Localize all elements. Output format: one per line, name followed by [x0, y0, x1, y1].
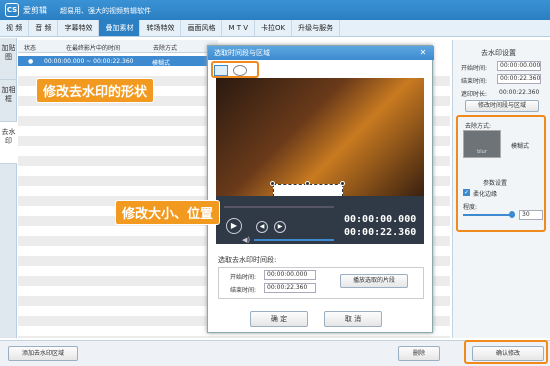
dlg-end-field[interactable]: 00:00:22.360 [264, 283, 316, 293]
volume-icon[interactable]: ◀) [242, 236, 250, 244]
delete-button[interactable]: 删除 [398, 346, 440, 361]
sidetab-frame[interactable]: 加相框 [0, 80, 17, 122]
duration-label: 遮印时长: [461, 91, 488, 98]
dlg-start-label: 开始时间: [230, 274, 257, 281]
player-controls: ▶ ◀ ▶ ◀) 00:00:00.000 00:00:22.360 [216, 196, 424, 244]
callout-shape: 修改去水印的形状 [36, 78, 155, 103]
close-icon[interactable]: ✕ [418, 48, 428, 58]
menu-video[interactable]: 视 频 [0, 20, 30, 36]
total-time: 00:00:22.360 [344, 227, 417, 238]
list-header: 状态 在最终影片中的时间 去除方式 [18, 40, 218, 53]
side-tabs: 加贴图 加相框 去水印 [0, 38, 17, 338]
volume-slider[interactable] [254, 239, 334, 241]
title-bar: CS 爱剪辑 超易用、强大的视频剪辑软件 [0, 0, 550, 20]
video-preview [216, 78, 424, 202]
menu-audio[interactable]: 音 频 [29, 20, 59, 36]
start-time-field[interactable]: 00:00:00.000 [497, 61, 541, 71]
resize-handle[interactable] [340, 181, 345, 186]
app-logo: CS [5, 3, 19, 17]
app-name: 爱剪辑 [23, 6, 47, 15]
dlg-start-field[interactable]: 00:00:00.000 [264, 270, 316, 280]
sidetab-sticker[interactable]: 加贴图 [0, 38, 17, 80]
row-mode: 模糊式 [152, 60, 171, 67]
select-region-dialog: 选取时间段与区域 ✕ ▶ ◀ ▶ ◀) 00:00:00.000 00:00:2… [207, 45, 434, 333]
sidetab-watermark[interactable]: 去水印 [0, 122, 17, 164]
modify-region-button[interactable]: 修改时间段与区域 [465, 100, 539, 112]
menu-karaoke[interactable]: 卡拉OK [255, 20, 293, 36]
col-mode: 去除方式 [153, 45, 178, 52]
cancel-button[interactable]: 取 消 [324, 311, 382, 327]
main-menu: 视 频 音 频 字幕特效 叠加素材 转场特效 画面风格 M T V 卡拉OK 升… [0, 20, 550, 37]
prev-frame-icon[interactable]: ◀ [256, 221, 268, 233]
highlight-confirm-box [464, 340, 548, 364]
seek-bar[interactable] [224, 206, 334, 208]
callout-size: 修改大小、位置 [115, 200, 221, 225]
dialog-title: 选取时间段与区域 [208, 46, 434, 60]
menu-transition[interactable]: 转场特效 [140, 20, 182, 36]
start-label: 开始时间: [461, 65, 488, 72]
menu-style[interactable]: 画面风格 [181, 20, 223, 36]
range-title: 选取去水印时间段: [218, 256, 277, 264]
menu-mtv[interactable]: M T V [222, 20, 256, 36]
play-selection-button[interactable]: 播放选取的片段 [340, 274, 408, 288]
table-row[interactable]: ● 00:00:00.000 ~ 00:00:22.360 模糊式 [18, 56, 218, 67]
menu-overlay[interactable]: 叠加素材 [99, 20, 141, 36]
status-dot-icon: ● [28, 58, 34, 65]
highlight-shape-box [211, 61, 259, 78]
dlg-end-label: 结束时间: [230, 287, 257, 294]
resize-handle[interactable] [270, 181, 275, 186]
col-time: 在最终影片中的时间 [66, 45, 121, 52]
resize-handle[interactable] [305, 181, 310, 186]
duration-value: 00:00:22.360 [499, 89, 540, 96]
ok-button[interactable]: 确 定 [250, 311, 308, 327]
next-frame-icon[interactable]: ▶ [274, 221, 286, 233]
current-time: 00:00:00.000 [344, 214, 417, 225]
row-time: 00:00:00.000 ~ 00:00:22.360 [44, 58, 134, 65]
add-watermark-button[interactable]: 添加去水印区域 [8, 346, 78, 361]
col-status: 状态 [24, 45, 37, 52]
highlight-settings-box [456, 115, 546, 232]
menu-upgrade[interactable]: 升级与服务 [292, 20, 341, 36]
end-time-field[interactable]: 00:00:22.360 [497, 74, 541, 84]
app-slogan: 超易用、强大的视频剪辑软件 [60, 7, 151, 15]
play-icon[interactable]: ▶ [226, 218, 242, 234]
settings-title: 去水印设置 [481, 49, 516, 57]
menu-subtitle[interactable]: 字幕特效 [58, 20, 100, 36]
end-label: 结束时间: [461, 78, 488, 85]
